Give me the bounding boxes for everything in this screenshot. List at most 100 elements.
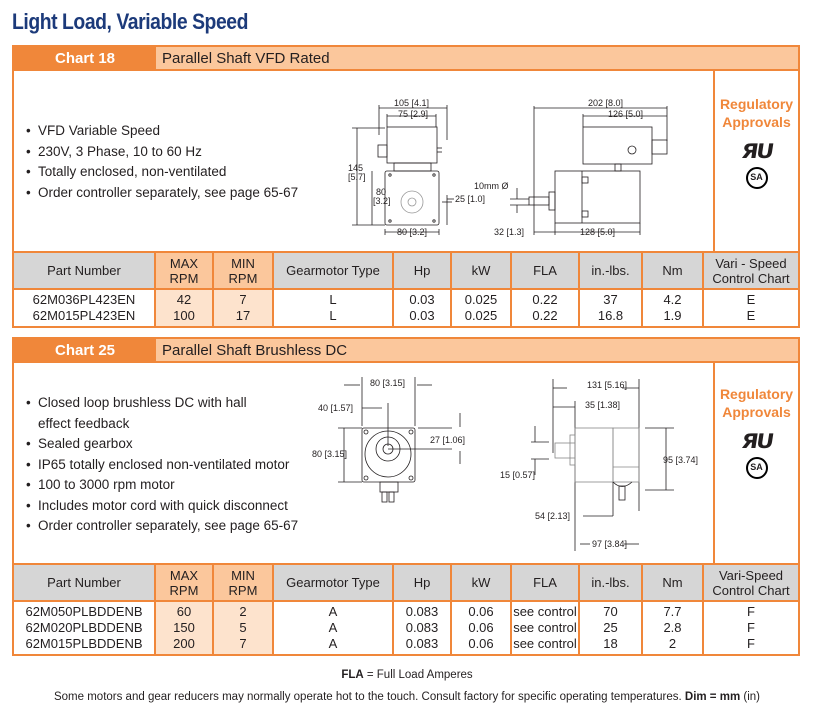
- column-header: FLA: [511, 253, 580, 290]
- table-cell: 25: [579, 620, 643, 636]
- fla-abbr: FLA: [341, 669, 364, 681]
- table-cell: A: [273, 620, 394, 636]
- table-cell: L: [273, 289, 394, 308]
- column-header-line: Vari - Speed: [715, 255, 787, 271]
- feature-list: VFD Variable Speed 230V, 3 Phase, 10 to …: [26, 121, 298, 203]
- regulatory-approvals: Regulatory Approvals ЯU SA: [713, 363, 798, 563]
- feature-item: Totally enclosed, non-ventilated: [26, 162, 298, 183]
- column-header: Nm: [642, 253, 704, 290]
- fla-definition: = Full Load Amperes: [363, 669, 473, 681]
- table-cell: E: [746, 308, 756, 323]
- table-cell: 62M015PLBDDENB: [14, 636, 156, 655]
- dim-unit-bold: Dim = mm: [684, 691, 741, 703]
- column-header-line: FLA: [533, 575, 557, 590]
- column-header-line: RPM: [228, 582, 258, 598]
- column-header-line: in.-lbs.: [591, 263, 630, 278]
- column-header-line: RPM: [228, 270, 258, 286]
- column-header-line: Control Chart: [712, 270, 790, 286]
- table-cell: 1.9: [642, 308, 704, 327]
- feature-item: Sealed gearbox: [26, 434, 298, 455]
- column-header: MAX RPM: [155, 253, 214, 290]
- table-cell: 150: [155, 620, 214, 636]
- approvals-title-line: Approvals: [722, 404, 791, 420]
- approvals-title-line: Regulatory: [719, 96, 794, 112]
- chart-18-section: Chart 18 Parallel Shaft VFD Rated VFD Va…: [12, 45, 800, 328]
- table-cell: 0.03: [393, 289, 452, 308]
- column-header-line: Part Number: [47, 263, 121, 278]
- fla-legend: FLA = Full Load Amperes: [0, 669, 814, 681]
- table-cell: 0.083: [393, 636, 452, 655]
- dimension-drawing: 80 [3.15] 40 [1.57] 80 [3.15] 27 [1.06] …: [312, 377, 698, 551]
- column-header: MIN RPM: [213, 253, 274, 290]
- dim-label: 105 [4.1]: [394, 98, 429, 108]
- table-cell: 0.22: [511, 308, 580, 327]
- dim-label: 80 [3.2]: [397, 227, 427, 237]
- column-header: MIN RPM: [213, 565, 274, 602]
- feature-item: 100 to 3000 rpm motor: [26, 475, 298, 496]
- dim-label: 80 [3.15]: [370, 378, 405, 388]
- product-table: Part Number MAX RPM MIN RPM Gearmotor Type Hp k…: [14, 253, 798, 328]
- column-header: kW: [451, 253, 512, 290]
- table-cell: 0.083: [393, 601, 452, 620]
- feature-text: Closed loop brushless DC with hall: [38, 395, 247, 410]
- chart-number: Chart 18: [14, 47, 156, 69]
- column-header: in.-lbs.: [579, 253, 643, 290]
- column-header-line: FLA: [533, 263, 557, 278]
- table-row: 62M036PL423EN 42 7 L 0.03 0.025 0.22 37 4.2 E: [14, 289, 798, 308]
- dim-label: 95 [3.74]: [663, 455, 698, 465]
- column-header: Gearmotor Type: [273, 565, 394, 602]
- column-header: kW: [451, 565, 512, 602]
- table-cell: 62M020PLBDDENB: [14, 620, 156, 636]
- dim-label: 128 [5.0]: [580, 227, 615, 237]
- table-cell: 16.8: [579, 308, 643, 327]
- ul-recognized-icon: ЯU: [739, 429, 774, 453]
- table-cell: 4.2: [642, 289, 704, 308]
- column-header-line: MIN: [231, 567, 255, 583]
- dim-label: 35 [1.38]: [585, 400, 620, 410]
- feature-item: VFD Variable Speed: [26, 121, 298, 142]
- column-header-line: Hp: [413, 575, 431, 590]
- feature-item: Includes motor cord with quick disconnec…: [26, 496, 298, 517]
- section-body: VFD Variable Speed 230V, 3 Phase, 10 to …: [14, 71, 798, 253]
- product-table: Part Number MAX RPM MIN RPM Gearmotor Type Hp k…: [14, 565, 798, 656]
- table-row: 62M050PLBDDENB 60 2 A 0.083 0.06 see control 70…: [14, 601, 798, 620]
- table-cell: 37: [579, 289, 643, 308]
- column-header-line: MIN: [231, 255, 255, 271]
- column-header: FLA: [511, 565, 580, 602]
- table-cell: 42: [155, 289, 214, 308]
- chart-25-section: Chart 25 Parallel Shaft Brushless DC Clo…: [12, 337, 800, 656]
- table-cell: 7: [213, 289, 274, 308]
- column-header-line: Gearmotor Type: [286, 575, 380, 590]
- dim-label: 75 [2.9]: [398, 109, 428, 119]
- column-header: MAX RPM: [155, 565, 214, 602]
- column-header: Hp: [393, 565, 452, 602]
- footnote-text: Some motors and gear reducers may normal…: [53, 691, 685, 703]
- feature-item: 230V, 3 Phase, 10 to 60 Hz: [26, 142, 298, 163]
- column-header: Part Number: [14, 565, 156, 602]
- section-header: Chart 18 Parallel Shaft VFD Rated: [14, 45, 798, 71]
- table-cell: 200: [155, 636, 214, 655]
- table-cell: 62M036PL423EN: [14, 289, 156, 308]
- table-cell: F: [747, 604, 755, 619]
- column-header: Nm: [642, 565, 704, 602]
- table-cell: 2: [642, 636, 704, 655]
- column-header-line: MAX: [169, 567, 199, 583]
- column-header-line: RPM: [169, 270, 199, 286]
- regulatory-approvals: Regulatory Approvals ЯU SA: [713, 71, 798, 251]
- table-cell: E: [746, 292, 756, 307]
- feature-list: Closed loop brushless DC with hall effect…: [26, 393, 298, 537]
- column-header: Vari - Speed Control Chart: [703, 253, 798, 290]
- table-cell: 0.06: [451, 620, 512, 636]
- table-cell: F: [747, 620, 755, 635]
- table-row: 62M020PLBDDENB 150 5 A 0.083 0.06 see control 2…: [14, 620, 798, 636]
- column-header-line: Control Chart: [712, 582, 790, 598]
- page-title: Light Load, Variable Speed: [12, 9, 248, 34]
- dim-label: 126 [5.0]: [608, 109, 643, 119]
- table-cell: 2: [213, 601, 274, 620]
- dim-label: 80 [3.15]: [312, 449, 347, 459]
- section-header: Chart 25 Parallel Shaft Brushless DC: [14, 337, 798, 363]
- section-body: Closed loop brushless DC with hall effect…: [14, 363, 798, 565]
- column-header-line: Part Number: [47, 575, 121, 590]
- approvals-title-line: Regulatory: [719, 386, 794, 402]
- column-header: in.-lbs.: [579, 565, 643, 602]
